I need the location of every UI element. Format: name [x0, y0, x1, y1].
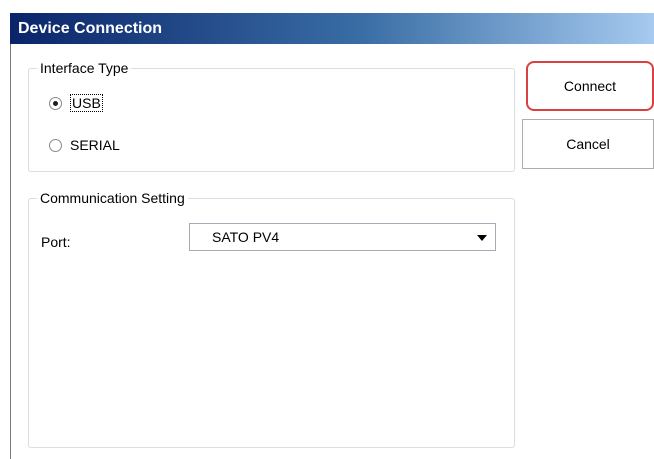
window-border — [10, 44, 11, 459]
port-label: Port: — [41, 234, 71, 250]
window-title: Device Connection — [10, 13, 654, 44]
connect-button[interactable]: Connect — [526, 61, 654, 111]
communication-setting-group: Communication Setting Port: SATO PV4 — [28, 190, 515, 448]
radio-serial-indicator[interactable] — [49, 138, 62, 152]
radio-serial[interactable]: SERIAL — [49, 137, 120, 153]
radio-usb-indicator[interactable] — [49, 96, 62, 110]
port-select[interactable]: SATO PV4 — [189, 223, 496, 251]
communication-setting-label: Communication Setting — [37, 190, 188, 206]
radio-usb-label[interactable]: USB — [70, 94, 103, 112]
chevron-down-icon[interactable] — [477, 235, 487, 241]
radio-usb[interactable]: USB — [49, 94, 103, 112]
interface-type-label: Interface Type — [37, 60, 132, 76]
port-select-value: SATO PV4 — [212, 229, 280, 245]
cancel-button[interactable]: Cancel — [522, 119, 654, 169]
interface-type-group: Interface Type USB SERIAL — [28, 60, 515, 172]
radio-serial-label[interactable]: SERIAL — [70, 137, 120, 153]
